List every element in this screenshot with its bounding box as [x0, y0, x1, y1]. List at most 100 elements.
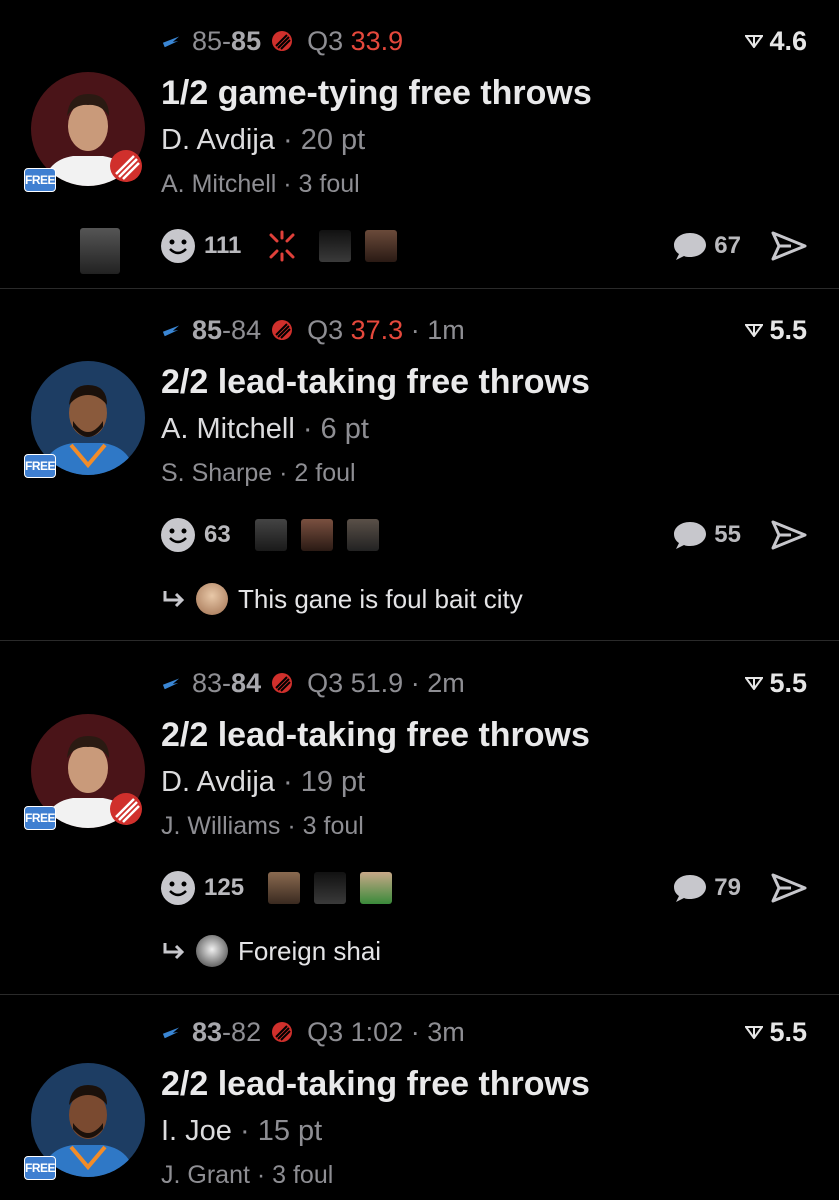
score-left: 83 [192, 1016, 223, 1047]
spread-icon [745, 324, 764, 337]
time-ago: · 1m [410, 314, 465, 345]
spread-line: 5.5 [745, 313, 807, 347]
score-right: 84 [231, 667, 262, 698]
share-send-icon[interactable] [771, 231, 807, 261]
free-throw-badge: FREE [24, 1156, 56, 1180]
free-throw-badge: FREE [24, 168, 56, 192]
thunder-logo-icon [162, 36, 180, 48]
free-throw-badge: FREE [24, 454, 56, 478]
spread-line: 4.6 [745, 24, 807, 58]
reaction-gif[interactable] [300, 519, 333, 551]
reaction-count: 111 [204, 232, 242, 259]
smiley-icon[interactable] [160, 870, 196, 906]
play-card[interactable]: 85-84 Q3 37.3 · 1m 5.5 2/2 lead-taking f… [0, 289, 839, 641]
comment-bubble-icon[interactable] [672, 872, 708, 904]
thunder-logo-icon [162, 1027, 180, 1039]
comment-share-row: 79 [672, 868, 807, 908]
play-title[interactable]: 2/2 lead-taking free throws [161, 363, 590, 402]
share-send-icon[interactable] [771, 873, 807, 903]
free-throw-badge: FREE [24, 806, 56, 830]
comment-count: 55 [714, 521, 741, 548]
spread-icon [745, 677, 764, 690]
blazers-logo-icon [272, 320, 293, 340]
reaction-avatar[interactable] [80, 228, 120, 274]
reply-avatar [196, 935, 228, 967]
reply-arrow-icon [163, 591, 185, 608]
score-right: 84 [231, 314, 262, 345]
team-badge-icon [110, 793, 142, 825]
thunder-logo-icon [162, 678, 180, 690]
blazers-logo-icon [272, 31, 293, 51]
quarter: Q3 [307, 25, 344, 56]
comment-bubble-icon[interactable] [672, 519, 708, 551]
play-card[interactable]: 83-82 Q3 1:02 · 3m 5.5 2/2 lead-taking f… [0, 995, 839, 1200]
score-left: 85 [192, 314, 223, 345]
comment-bubble-icon[interactable] [672, 230, 708, 262]
shooter-line[interactable]: D. Avdija · 19 pt [161, 766, 365, 799]
quarter: Q3 [307, 1016, 344, 1047]
top-reply[interactable]: This gane is foul bait city [162, 581, 523, 617]
fouler-line[interactable]: J. Grant · 3 foul [161, 1161, 333, 1190]
shooter-line[interactable]: D. Avdija · 20 pt [161, 124, 365, 157]
reaction-gif[interactable] [314, 872, 347, 904]
reply-text: Foreign shai [238, 935, 382, 966]
shooter-line[interactable]: A. Mitchell · 6 pt [161, 413, 369, 446]
score-left: 83 [192, 667, 223, 698]
reaction-gif[interactable] [365, 230, 398, 262]
comment-count: 67 [714, 232, 741, 259]
blazers-logo-icon [272, 1022, 293, 1042]
reaction-gif[interactable] [254, 519, 287, 551]
time-ago: · 3m [410, 1016, 465, 1047]
reaction-row: 111 [160, 226, 411, 266]
play-card[interactable]: 85-85 Q3 33.9 4.6 1/2 game-tying free th… [0, 0, 839, 289]
play-card[interactable]: 83-84 Q3 51.9 · 2m 5.5 2/2 lead-taking f… [0, 641, 839, 995]
reaction-row: 125 [160, 868, 406, 908]
spread-icon [745, 35, 764, 48]
game-clock: 51.9 [350, 667, 404, 698]
spread-icon [745, 1026, 764, 1039]
reply-arrow-icon [163, 943, 185, 960]
game-status: 83-84 Q3 51.9 · 2m [162, 666, 465, 700]
thunder-logo-icon [162, 325, 180, 337]
smiley-icon[interactable] [160, 228, 196, 264]
fouler-line[interactable]: S. Sharpe · 2 foul [161, 459, 356, 488]
game-clock: 33.9 [350, 25, 404, 56]
fouler-line[interactable]: J. Williams · 3 foul [161, 812, 364, 841]
spread-line: 5.5 [745, 666, 807, 700]
angry-reaction-icon[interactable] [265, 229, 299, 263]
play-title[interactable]: 2/2 lead-taking free throws [161, 1065, 590, 1104]
game-clock: 1:02 [350, 1016, 404, 1047]
game-status: 85-84 Q3 37.3 · 1m [162, 313, 465, 347]
comment-share-row: 55 [672, 515, 807, 555]
time-ago: · 2m [410, 667, 465, 698]
score-right: 82 [231, 1016, 262, 1047]
reaction-gif[interactable] [346, 519, 379, 551]
comment-count: 79 [714, 874, 741, 901]
blazers-logo-icon [272, 673, 293, 693]
game-status: 85-85 Q3 33.9 [162, 24, 403, 58]
comment-share-row: 67 [672, 226, 807, 266]
play-title[interactable]: 1/2 game-tying free throws [161, 74, 592, 113]
reaction-gif[interactable] [360, 872, 393, 904]
score-right: 85 [231, 25, 262, 56]
reaction-gif[interactable] [268, 872, 301, 904]
quarter: Q3 [307, 314, 344, 345]
share-send-icon[interactable] [771, 520, 807, 550]
reaction-count: 125 [204, 874, 245, 901]
reply-avatar [196, 583, 228, 615]
top-reply[interactable]: Foreign shai [162, 933, 381, 969]
spread-line: 5.5 [745, 1015, 807, 1049]
reaction-gif[interactable] [319, 230, 352, 262]
smiley-icon[interactable] [160, 517, 196, 553]
quarter: Q3 [307, 667, 344, 698]
game-status: 83-82 Q3 1:02 · 3m [162, 1015, 465, 1049]
score-left: 85 [192, 25, 223, 56]
reaction-count: 63 [204, 521, 231, 548]
reply-text: This gane is foul bait city [238, 583, 523, 614]
fouler-line[interactable]: A. Mitchell · 3 foul [161, 170, 360, 199]
play-title[interactable]: 2/2 lead-taking free throws [161, 716, 590, 755]
game-clock: 37.3 [350, 314, 404, 345]
reaction-row: 63 [160, 515, 393, 555]
team-badge-icon [110, 150, 142, 182]
shooter-line[interactable]: I. Joe · 15 pt [161, 1115, 322, 1148]
